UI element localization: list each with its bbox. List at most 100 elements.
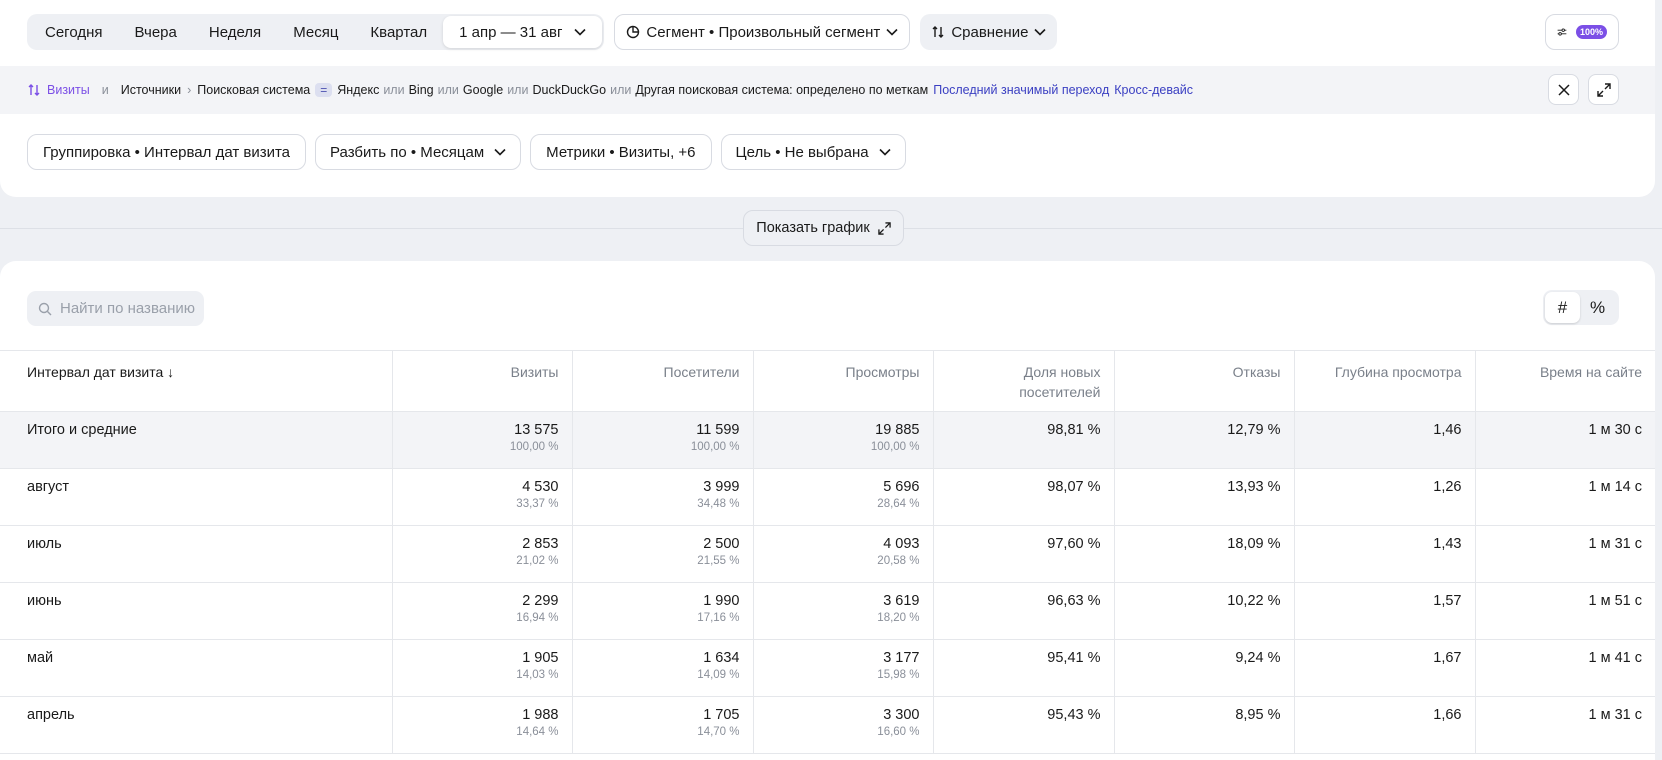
table-row[interactable]: август 4 530 33,37 % 3 999 34,48 % 5 696 28,64… (0, 468, 1655, 526)
filter-metric[interactable]: Визиты (47, 83, 90, 97)
cell-new-visitors-share: 95,41 % (933, 639, 1115, 697)
cell-visitors: 1 705 14,70 % (572, 696, 754, 754)
percent-values-button[interactable]: % (1580, 292, 1615, 323)
table-row[interactable]: июль 2 853 21,02 % 2 500 21,55 % 4 093 20,58 %… (0, 525, 1655, 583)
cell-pageviews-percent: 20,58 % (877, 555, 920, 567)
close-filter-button[interactable] (1548, 74, 1579, 105)
cell-pageviews-value: 3 300 (883, 707, 920, 723)
cell-visitors-value: 1 705 (703, 707, 740, 723)
expand-filter-button[interactable] (1588, 74, 1619, 105)
cell-visitors-value: 1 990 (703, 593, 740, 609)
column-header-time-on-site[interactable]: Время на сайте (1475, 351, 1655, 412)
cell-pageviews: 5 696 28,64 % (753, 468, 934, 526)
table-row[interactable]: май 1 905 14,03 % 1 634 14,09 % 3 177 15,98 % 9… (0, 639, 1655, 697)
cell-visitors: 3 999 34,48 % (572, 468, 754, 526)
cell-visits: 4 530 33,37 % (392, 468, 573, 526)
split-label: Разбить по • Месяцам (330, 143, 485, 161)
period-today-button[interactable]: Сегодня (29, 16, 119, 48)
split-button[interactable]: Разбить по • Месяцам (315, 134, 522, 170)
report-settings-bar: Группировка • Интервал дат визита Разбит… (27, 134, 906, 170)
period-quarter-button[interactable]: Квартал (354, 16, 443, 48)
column-header-date-interval[interactable]: Интервал дат визита ↓ (0, 350, 393, 412)
filter-value-2: Bing (408, 83, 434, 97)
cell-pageviews-percent: 100,00 % (870, 441, 920, 453)
cell-visits-value: 13 575 (514, 422, 559, 438)
chevron-down-icon (1034, 28, 1047, 36)
column-header-visits[interactable]: Визиты (392, 350, 573, 412)
search-input[interactable] (60, 300, 200, 317)
filter-source[interactable]: Источники (121, 83, 181, 97)
cell-visits-percent: 14,03 % (516, 669, 559, 681)
grouping-label: Группировка • Интервал дат визита (43, 143, 291, 161)
filter-dimension[interactable]: Поисковая система (197, 83, 310, 97)
cell-page-depth-value: 1,26 (1433, 479, 1462, 495)
cell-visitors-value: 11 599 (696, 422, 740, 438)
cell-new-visitors-share-value: 95,43 % (1047, 707, 1101, 723)
period-yesterday-button[interactable]: Вчера (119, 16, 193, 48)
filter-or: или (437, 83, 459, 97)
cell-page-depth: 1,43 (1294, 525, 1476, 583)
period-selector: Сегодня Вчера Неделя Месяц Квартал 1 апр… (27, 14, 605, 50)
cell-page-depth-value: 1,66 (1433, 707, 1462, 723)
filter-or: или (507, 83, 529, 97)
cell-time-on-site: 1 м 41 с (1475, 640, 1655, 697)
cell-date-interval-value: апрель (27, 707, 75, 723)
cell-date-interval-value: май (27, 650, 54, 666)
cell-page-depth: 1,67 (1294, 639, 1476, 697)
cell-pageviews: 3 177 15,98 % (753, 639, 934, 697)
column-header-pageviews[interactable]: Просмотры (753, 350, 934, 412)
date-range-picker[interactable]: 1 апр — 31 авг (443, 16, 603, 48)
table-row[interactable]: июнь 2 299 16,94 % 1 990 17,16 % 3 619 18,20 %… (0, 582, 1655, 640)
cell-visits: 13 575 100,00 % (392, 411, 573, 469)
cell-visits-percent: 100,00 % (509, 441, 559, 453)
cross-device-link[interactable]: Кросс-девайс (1114, 83, 1193, 97)
report-settings-button[interactable]: 100% (1545, 14, 1619, 50)
cell-pageviews-value: 3 177 (883, 650, 920, 666)
cell-visits: 1 905 14,03 % (392, 639, 573, 697)
goal-label: Цель • Не выбрана (735, 143, 869, 161)
filter-operator: = (315, 83, 333, 97)
column-header-bounce-rate[interactable]: Отказы (1114, 350, 1295, 412)
cell-bounce-rate: 13,93 % (1114, 468, 1295, 526)
cell-visits-value: 2 853 (522, 536, 559, 552)
cell-page-depth-value: 1,57 (1433, 593, 1462, 609)
cell-page-depth: 1,57 (1294, 582, 1476, 640)
cell-page-depth: 1,26 (1294, 468, 1476, 526)
zoom-badge: 100% (1575, 25, 1607, 39)
cell-time-on-site: 1 м 51 с (1475, 583, 1655, 640)
cell-new-visitors-share-value: 95,41 % (1047, 650, 1101, 666)
column-header-new-visitors-share[interactable]: Доля новых посетителей (933, 350, 1115, 412)
column-header-visitors[interactable]: Посетители (572, 350, 754, 412)
cell-date-interval-value: июнь (27, 593, 62, 609)
chevron-down-icon (879, 148, 891, 156)
table-row[interactable]: апрель 1 988 14,64 % 1 705 14,70 % 3 300 16,60… (0, 696, 1655, 754)
metrics-button[interactable]: Метрики • Визиты, +6 (530, 134, 712, 170)
show-chart-button[interactable]: Показать график (743, 210, 904, 246)
cell-new-visitors-share-value: 98,81 % (1047, 422, 1101, 438)
cell-pageviews-percent: 28,64 % (877, 498, 920, 510)
show-chart-label: Показать график (756, 220, 870, 236)
cell-visits-percent: 33,37 % (516, 498, 559, 510)
report-table: Интервал дат визита ↓ Визиты Посетители … (0, 350, 1655, 754)
cell-bounce-rate-value: 18,09 % (1227, 536, 1281, 552)
period-month-button[interactable]: Месяц (277, 16, 354, 48)
compare-button[interactable]: Сравнение (920, 14, 1058, 50)
cell-bounce-rate-value: 12,79 % (1227, 422, 1281, 438)
date-range-label: 1 апр — 31 авг (459, 23, 563, 41)
cell-visits: 2 299 16,94 % (392, 582, 573, 640)
cell-page-depth-value: 1,67 (1433, 650, 1462, 666)
grouping-button[interactable]: Группировка • Интервал дат визита (27, 134, 307, 170)
absolute-values-button[interactable]: # (1545, 292, 1580, 323)
cell-bounce-rate-value: 8,95 % (1235, 707, 1281, 723)
cell-time-on-site-value: 1 м 31 с (1588, 536, 1643, 552)
goal-button[interactable]: Цель • Не выбрана (720, 134, 906, 170)
period-week-button[interactable]: Неделя (193, 16, 277, 48)
column-header-page-depth[interactable]: Глубина просмотра (1294, 350, 1476, 412)
pie-chart-icon (627, 25, 640, 39)
attribution-link[interactable]: Последний значимый переход (933, 83, 1109, 97)
table-total-row[interactable]: Итого и средние 13 575 100,00 % 11 599 100,0… (0, 411, 1655, 469)
cell-new-visitors-share: 97,60 % (933, 525, 1115, 583)
cell-visitors-value: 3 999 (703, 479, 740, 495)
segment-button[interactable]: Сегмент • Произвольный сегмент (614, 14, 911, 50)
filter-value-4: DuckDuckGo (532, 83, 607, 97)
